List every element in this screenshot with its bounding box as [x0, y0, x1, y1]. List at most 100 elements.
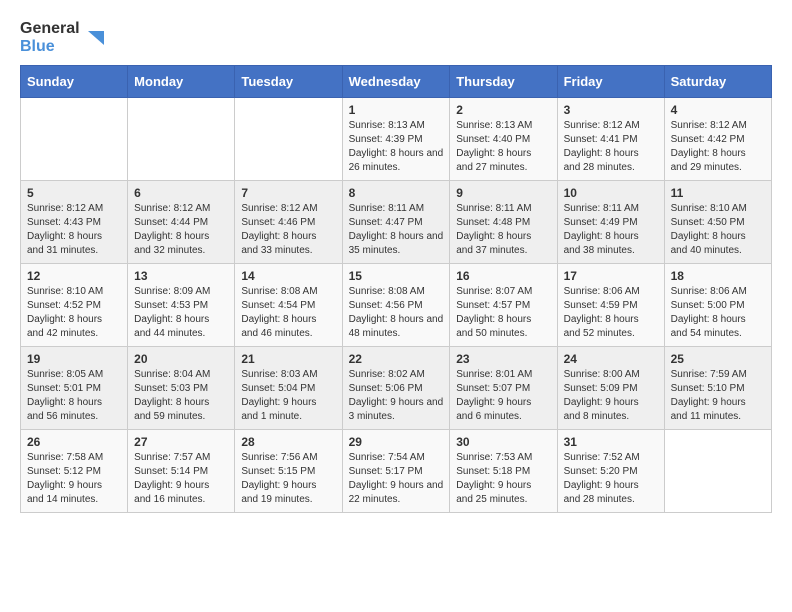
day-info: Sunrise: 8:07 AM Sunset: 4:57 PM Dayligh… [456, 286, 532, 339]
day-info: Sunrise: 8:05 AM Sunset: 5:01 PM Dayligh… [27, 369, 103, 422]
day-number: 19 [27, 352, 121, 366]
day-info: Sunrise: 8:08 AM Sunset: 4:56 PM Dayligh… [349, 286, 444, 339]
day-number: 31 [564, 435, 658, 449]
weekday-header-friday: Friday [557, 66, 664, 98]
day-cell [664, 430, 771, 513]
day-cell: 17 Sunrise: 8:06 AM Sunset: 4:59 PM Dayli… [557, 264, 664, 347]
day-number: 22 [349, 352, 444, 366]
day-cell: 29 Sunrise: 7:54 AM Sunset: 5:17 PM Dayli… [342, 430, 450, 513]
day-cell: 23 Sunrise: 8:01 AM Sunset: 5:07 PM Dayli… [450, 347, 557, 430]
day-number: 13 [134, 269, 228, 283]
day-number: 23 [456, 352, 550, 366]
day-info: Sunrise: 7:58 AM Sunset: 5:12 PM Dayligh… [27, 452, 103, 505]
day-cell: 28 Sunrise: 7:56 AM Sunset: 5:15 PM Dayli… [235, 430, 342, 513]
logo-general: General [20, 20, 80, 38]
day-info: Sunrise: 8:12 AM Sunset: 4:42 PM Dayligh… [671, 120, 747, 173]
day-cell: 6 Sunrise: 8:12 AM Sunset: 4:44 PM Daylig… [128, 181, 235, 264]
week-row-1: 1 Sunrise: 8:13 AM Sunset: 4:39 PM Daylig… [21, 98, 772, 181]
day-cell: 18Sunrise: 8:06 AM Sunset: 5:00 PM Dayli… [664, 264, 771, 347]
day-cell: 22 Sunrise: 8:02 AM Sunset: 5:06 PM Dayli… [342, 347, 450, 430]
day-info: Sunrise: 8:03 AM Sunset: 5:04 PM Dayligh… [241, 369, 317, 422]
week-row-3: 12 Sunrise: 8:10 AM Sunset: 4:52 PM Dayli… [21, 264, 772, 347]
day-number: 11 [671, 186, 765, 200]
day-cell: 5 Sunrise: 8:12 AM Sunset: 4:43 PM Daylig… [21, 181, 128, 264]
weekday-header-monday: Monday [128, 66, 235, 98]
day-info: Sunrise: 7:53 AM Sunset: 5:18 PM Dayligh… [456, 452, 532, 505]
day-info: Sunrise: 8:04 AM Sunset: 5:03 PM Dayligh… [134, 369, 210, 422]
day-cell: 25 Sunrise: 7:59 AM Sunset: 5:10 PM Dayli… [664, 347, 771, 430]
week-row-2: 5 Sunrise: 8:12 AM Sunset: 4:43 PM Daylig… [21, 181, 772, 264]
day-number: 1 [349, 103, 444, 117]
day-cell: 26 Sunrise: 7:58 AM Sunset: 5:12 PM Dayli… [21, 430, 128, 513]
day-cell: 4 Sunrise: 8:12 AM Sunset: 4:42 PM Daylig… [664, 98, 771, 181]
day-info: Sunrise: 8:12 AM Sunset: 4:46 PM Dayligh… [241, 203, 317, 256]
day-number: 20 [134, 352, 228, 366]
day-cell: 2 Sunrise: 8:13 AM Sunset: 4:40 PM Daylig… [450, 98, 557, 181]
day-info: Sunrise: 8:10 AM Sunset: 4:50 PM Dayligh… [671, 203, 747, 256]
day-cell [235, 98, 342, 181]
day-info: Sunrise: 8:12 AM Sunset: 4:41 PM Dayligh… [564, 120, 640, 173]
weekday-header-tuesday: Tuesday [235, 66, 342, 98]
day-info: Sunrise: 8:06 AM Sunset: 5:00 PM Dayligh… [671, 286, 747, 339]
day-cell: 19 Sunrise: 8:05 AM Sunset: 5:01 PM Dayli… [21, 347, 128, 430]
day-number: 8 [349, 186, 444, 200]
calendar-table: SundayMondayTuesdayWednesdayThursdayFrid… [20, 65, 772, 513]
day-number: 4 [671, 103, 765, 117]
day-cell: 9 Sunrise: 8:11 AM Sunset: 4:48 PM Daylig… [450, 181, 557, 264]
day-cell: 27Sunrise: 7:57 AM Sunset: 5:14 PM Dayli… [128, 430, 235, 513]
weekday-header-thursday: Thursday [450, 66, 557, 98]
day-info: Sunrise: 8:08 AM Sunset: 4:54 PM Dayligh… [241, 286, 317, 339]
day-info: Sunrise: 7:56 AM Sunset: 5:15 PM Dayligh… [241, 452, 317, 505]
day-number: 16 [456, 269, 550, 283]
week-row-5: 26 Sunrise: 7:58 AM Sunset: 5:12 PM Dayli… [21, 430, 772, 513]
day-info: Sunrise: 8:11 AM Sunset: 4:48 PM Dayligh… [456, 203, 531, 256]
day-info: Sunrise: 8:11 AM Sunset: 4:47 PM Dayligh… [349, 203, 444, 256]
day-number: 29 [349, 435, 444, 449]
day-number: 24 [564, 352, 658, 366]
day-number: 6 [134, 186, 228, 200]
day-cell: 12 Sunrise: 8:10 AM Sunset: 4:52 PM Dayli… [21, 264, 128, 347]
day-cell: 21 Sunrise: 8:03 AM Sunset: 5:04 PM Dayli… [235, 347, 342, 430]
day-number: 10 [564, 186, 658, 200]
page-header: General Blue [20, 20, 772, 55]
day-number: 25 [671, 352, 765, 366]
day-info: Sunrise: 8:00 AM Sunset: 5:09 PM Dayligh… [564, 369, 640, 422]
day-cell: 31 Sunrise: 7:52 AM Sunset: 5:20 PM Dayli… [557, 430, 664, 513]
day-info: Sunrise: 8:12 AM Sunset: 4:44 PM Dayligh… [134, 203, 210, 256]
day-info: Sunrise: 8:12 AM Sunset: 4:43 PM Dayligh… [27, 203, 103, 256]
day-info: Sunrise: 8:02 AM Sunset: 5:06 PM Dayligh… [349, 369, 444, 422]
day-info: Sunrise: 8:13 AM Sunset: 4:39 PM Dayligh… [349, 120, 444, 173]
day-cell [21, 98, 128, 181]
day-info: Sunrise: 7:52 AM Sunset: 5:20 PM Dayligh… [564, 452, 640, 505]
day-number: 3 [564, 103, 658, 117]
day-info: Sunrise: 8:10 AM Sunset: 4:52 PM Dayligh… [27, 286, 103, 339]
day-number: 17 [564, 269, 658, 283]
day-number: 5 [27, 186, 121, 200]
day-number: 14 [241, 269, 335, 283]
day-cell: 16 Sunrise: 8:07 AM Sunset: 4:57 PM Dayli… [450, 264, 557, 347]
day-cell: 11 Sunrise: 8:10 AM Sunset: 4:50 PM Dayli… [664, 181, 771, 264]
day-info: Sunrise: 8:01 AM Sunset: 5:07 PM Dayligh… [456, 369, 532, 422]
day-info: Sunrise: 8:06 AM Sunset: 4:59 PM Dayligh… [564, 286, 640, 339]
day-cell: 13 Sunrise: 8:09 AM Sunset: 4:53 PM Dayli… [128, 264, 235, 347]
day-number: 21 [241, 352, 335, 366]
day-cell [128, 98, 235, 181]
day-info: Sunrise: 8:13 AM Sunset: 4:40 PM Dayligh… [456, 120, 532, 173]
day-info: Sunrise: 8:11 AM Sunset: 4:49 PM Dayligh… [564, 203, 639, 256]
weekday-header-saturday: Saturday [664, 66, 771, 98]
day-number: 28 [241, 435, 335, 449]
day-info: Sunrise: 7:59 AM Sunset: 5:10 PM Dayligh… [671, 369, 747, 422]
day-number: 26 [27, 435, 121, 449]
day-cell: 7Sunrise: 8:12 AM Sunset: 4:46 PM Daylig… [235, 181, 342, 264]
day-info: Sunrise: 7:54 AM Sunset: 5:17 PM Dayligh… [349, 452, 444, 505]
day-number: 12 [27, 269, 121, 283]
day-info: Sunrise: 8:09 AM Sunset: 4:53 PM Dayligh… [134, 286, 210, 339]
day-number: 2 [456, 103, 550, 117]
day-cell: 24 Sunrise: 8:00 AM Sunset: 5:09 PM Dayli… [557, 347, 664, 430]
week-row-4: 19 Sunrise: 8:05 AM Sunset: 5:01 PM Dayli… [21, 347, 772, 430]
weekday-header-sunday: Sunday [21, 66, 128, 98]
day-info: Sunrise: 7:57 AM Sunset: 5:14 PM Dayligh… [134, 452, 210, 505]
day-cell: 15Sunrise: 8:08 AM Sunset: 4:56 PM Dayli… [342, 264, 450, 347]
day-number: 9 [456, 186, 550, 200]
logo-blue: Blue [20, 38, 80, 56]
